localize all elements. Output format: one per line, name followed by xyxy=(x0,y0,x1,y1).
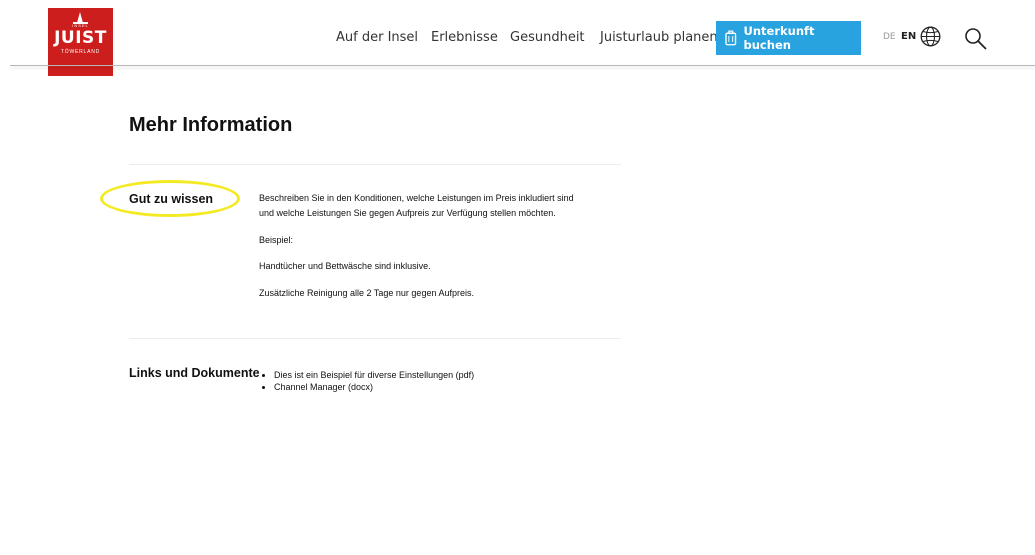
section-label-links-und-dokumente: Links und Dokumente xyxy=(129,366,260,380)
lang-de-link[interactable]: DE xyxy=(883,32,896,42)
search-icon[interactable] xyxy=(964,27,987,50)
section-label-gut-zu-wissen: Gut zu wissen xyxy=(129,192,214,206)
info-text-line: und welche Leistungen Sie gegen Aufpreis… xyxy=(259,208,556,218)
info-text-line: Zusätzliche Reinigung alle 2 Tage nur ge… xyxy=(259,288,474,298)
section-divider xyxy=(129,164,621,165)
section-divider xyxy=(129,338,621,339)
nav-item-auf-der-insel[interactable]: Auf der Insel xyxy=(336,30,418,45)
book-button-label: Unterkunft buchen xyxy=(743,24,815,52)
book-accommodation-button[interactable]: Unterkunft buchen xyxy=(716,21,861,55)
info-text-line: Beispiel: xyxy=(259,235,294,245)
info-text-line: Beschreiben Sie in den Konditionen, welc… xyxy=(259,193,574,203)
page-title: Mehr Information xyxy=(129,114,293,136)
site-header: INSEL JUIST TÖWERLAND Auf der Insel Erle… xyxy=(0,0,1035,76)
nav-item-erlebnisse[interactable]: Erlebnisse xyxy=(431,30,498,45)
document-link-docx[interactable]: Channel Manager (docx) xyxy=(274,381,474,393)
info-text-line: Handtücher und Bettwäsche sind inklusive… xyxy=(259,261,431,271)
logo-subtitle: TÖWERLAND xyxy=(60,49,101,55)
header-divider xyxy=(10,65,1035,66)
suitcase-icon xyxy=(725,30,737,45)
globe-icon[interactable] xyxy=(920,26,941,47)
nav-item-juisturlaub-planen[interactable]: Juisturlaub planen xyxy=(600,30,718,45)
document-links-list: Dies ist ein Beispiel für diverse Einste… xyxy=(262,369,474,393)
lang-en-link[interactable]: EN xyxy=(901,31,916,42)
nav-item-gesundheit[interactable]: Gesundheit xyxy=(510,30,585,45)
document-link-pdf[interactable]: Dies ist ein Beispiel für diverse Einste… xyxy=(274,369,474,381)
logo-name: JUIST xyxy=(54,28,107,48)
